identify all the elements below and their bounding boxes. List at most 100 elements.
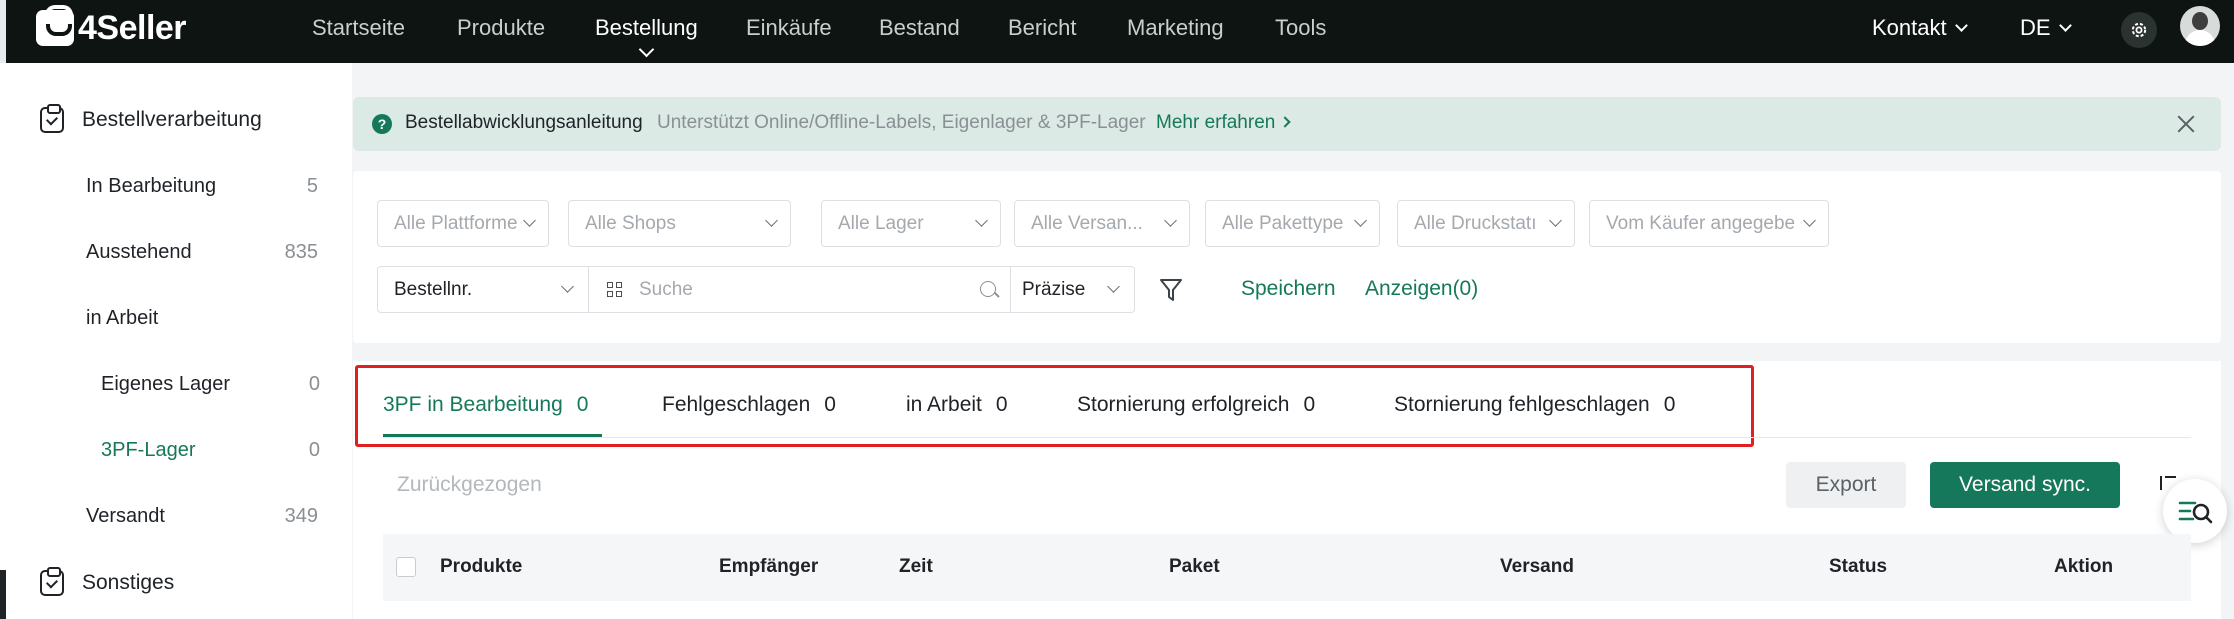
- language-label: DE: [2020, 15, 2051, 40]
- nav-item-bericht[interactable]: Bericht: [1008, 15, 1076, 41]
- select-value: Alle Plattforme: [394, 213, 518, 234]
- search-icon[interactable]: [980, 281, 996, 297]
- close-icon[interactable]: [2173, 111, 2199, 137]
- sidebar: [0, 63, 352, 619]
- search-input[interactable]: Suche: [589, 266, 1011, 313]
- brand-logo[interactable]: 4Seller: [36, 5, 187, 48]
- search-type-select[interactable]: Bestellnr.: [377, 266, 589, 313]
- package-type-select[interactable]: Alle Pakettype: [1205, 200, 1380, 247]
- column-header-paket[interactable]: Paket: [1169, 556, 1220, 578]
- search-mode-select[interactable]: Präzise: [1011, 266, 1135, 313]
- tabs-divider: [383, 437, 2191, 438]
- column-header-versand[interactable]: Versand: [1500, 556, 1574, 578]
- banner-description: Unterstützt Online/Offline-Labels, Eigen…: [657, 112, 1146, 133]
- tab-stornierung-fehlgeschlagen[interactable]: Stornierung fehlgeschlagen 0: [1394, 393, 1675, 417]
- logo-icon: [36, 5, 74, 46]
- sidebar-count: 349: [284, 505, 318, 527]
- print-status-select[interactable]: Alle Druckstatı: [1397, 200, 1575, 247]
- nav-item-startseite[interactable]: Startseite: [312, 15, 405, 41]
- search-group: Bestellnr. Suche Präzise: [377, 266, 1135, 313]
- column-header-zeit[interactable]: Zeit: [899, 556, 933, 578]
- tab-label: Stornierung erfolgreich: [1077, 393, 1290, 416]
- buyer-specified-select[interactable]: Vom Käufer angegebe: [1589, 200, 1829, 247]
- search-mode-value: Präzise: [1022, 279, 1086, 300]
- select-all-checkbox[interactable]: [396, 557, 416, 577]
- tab-stornierung-erfolgreich[interactable]: Stornierung erfolgreich 0: [1077, 393, 1315, 417]
- tab-3pf-in-bearbeitung[interactable]: 3PF in Bearbeitung 0: [383, 393, 588, 417]
- filter-panel: Alle Plattforme Alle Shops Alle Lager Al…: [353, 171, 2221, 343]
- select-value: Alle Shops: [585, 213, 676, 234]
- sidebar-item-versandt[interactable]: Versandt: [86, 505, 165, 528]
- contact-menu[interactable]: Kontakt: [1872, 15, 1968, 41]
- select-value: Alle Druckstatı: [1414, 213, 1537, 234]
- select-value: Alle Versan...: [1031, 213, 1143, 234]
- chevron-down-icon: [1354, 214, 1367, 227]
- sidebar-item-in-bearbeitung[interactable]: In Bearbeitung: [86, 175, 216, 198]
- sidebar-item-eigenes-lager[interactable]: Eigenes Lager: [101, 373, 230, 396]
- tab-count: 0: [824, 393, 836, 416]
- column-header-empfaenger[interactable]: Empfänger: [719, 556, 818, 578]
- column-header-produkte[interactable]: Produkte: [440, 556, 522, 578]
- chevron-down-icon: [1954, 18, 1968, 32]
- tab-count: 0: [995, 393, 1008, 416]
- clipboard-icon: [40, 567, 64, 596]
- chevron-down-icon: [523, 214, 536, 227]
- clipboard-icon: [40, 104, 64, 133]
- help-icon: ?: [372, 114, 392, 134]
- sync-shipping-button[interactable]: Versand sync.: [1930, 462, 2120, 508]
- show-saved-link[interactable]: Anzeigen(0): [1365, 277, 1478, 301]
- tab-label: Stornierung fehlgeschlagen: [1394, 393, 1650, 416]
- nav-item-produkte[interactable]: Produkte: [457, 15, 545, 41]
- chevron-down-icon: [975, 214, 988, 227]
- gear-icon: [2131, 22, 2147, 38]
- guide-banner: ? Bestellabwicklungsanleitung Unterstütz…: [353, 97, 2221, 151]
- filter-icon[interactable]: [1159, 277, 1183, 303]
- platform-select[interactable]: Alle Plattforme: [377, 200, 549, 247]
- language-menu[interactable]: DE: [2020, 15, 2072, 41]
- banner-title: Bestellabwicklungsanleitung: [405, 112, 643, 133]
- sidebar-group-sonstiges[interactable]: Sonstiges: [40, 567, 174, 596]
- nav-item-bestellung[interactable]: Bestellung: [595, 15, 698, 41]
- search-placeholder: Suche: [639, 279, 693, 300]
- sidebar-count: 0: [308, 373, 320, 395]
- learn-more-label: Mehr erfahren: [1156, 112, 1276, 133]
- chevron-down-icon: [1549, 214, 1562, 227]
- withdrawn-filter[interactable]: Zurückgezogen: [397, 473, 542, 497]
- avatar[interactable]: [2180, 6, 2220, 46]
- shop-select[interactable]: Alle Shops: [568, 200, 791, 247]
- nav-item-marketing[interactable]: Marketing: [1127, 15, 1224, 41]
- sidebar-count: 0: [308, 439, 320, 461]
- select-value: Alle Pakettype: [1222, 213, 1344, 234]
- chevron-right-icon: [1279, 116, 1292, 128]
- sidebar-item-3pf-lager[interactable]: 3PF-Lager: [101, 439, 196, 462]
- tab-fehlgeschlagen[interactable]: Fehlgeschlagen 0: [662, 393, 836, 417]
- warehouse-select[interactable]: Alle Lager: [821, 200, 1001, 247]
- nav-item-bestand[interactable]: Bestand: [879, 15, 960, 41]
- settings-button[interactable]: [2121, 12, 2157, 48]
- table-header: Produkte Empfänger Zeit Paket Versand St…: [383, 534, 2191, 601]
- tab-in-arbeit[interactable]: in Arbeit 0: [906, 393, 1008, 417]
- avatar-body: [2185, 30, 2215, 46]
- tab-label: in Arbeit: [906, 393, 982, 416]
- tab-label: 3PF in Bearbeitung: [383, 393, 563, 416]
- save-filter-link[interactable]: Speichern: [1241, 277, 1336, 301]
- sidebar-item-ausstehend[interactable]: Ausstehend: [86, 241, 192, 264]
- tab-label: Fehlgeschlagen: [662, 393, 811, 416]
- tab-count: 0: [1303, 393, 1316, 416]
- sidebar-item-in-arbeit[interactable]: in Arbeit: [86, 307, 158, 330]
- shipping-select[interactable]: Alle Versan...: [1014, 200, 1190, 247]
- column-header-aktion[interactable]: Aktion: [2054, 556, 2113, 578]
- export-button[interactable]: Export: [1786, 462, 1906, 508]
- top-navigation: 4Seller Startseite Produkte Bestellung E…: [0, 0, 2234, 63]
- sidebar-group-bestellverarbeitung[interactable]: Bestellverarbeitung: [40, 104, 262, 133]
- nav-item-tools[interactable]: Tools: [1275, 15, 1326, 41]
- learn-more-link[interactable]: Mehr erfahren: [1156, 112, 1292, 134]
- nav-item-einkaeufe[interactable]: Einkäufe: [746, 15, 832, 41]
- sidebar-group-label: Bestellverarbeitung: [82, 108, 262, 131]
- chevron-down-icon: [561, 280, 574, 293]
- chevron-down-icon: [1107, 280, 1120, 293]
- column-header-status[interactable]: Status: [1829, 556, 1887, 578]
- chevron-down-icon: [1803, 214, 1816, 227]
- brand-name: 4Seller: [78, 8, 187, 47]
- chevron-down-icon: [765, 214, 778, 227]
